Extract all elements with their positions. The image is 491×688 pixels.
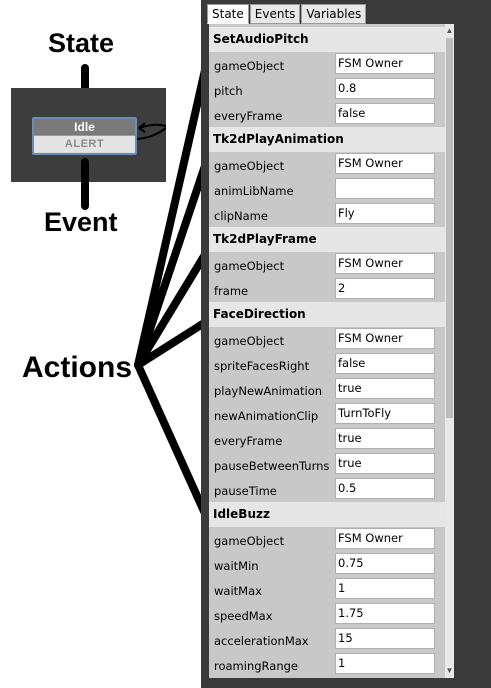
param-row: frame 2 bbox=[209, 277, 445, 302]
param-row: roamingRange 1 bbox=[209, 652, 445, 677]
param-name: everyFrame bbox=[214, 434, 283, 448]
actions-list: SetAudioPitch gameObject FSM Owner pitch… bbox=[209, 24, 454, 678]
param-row: waitMax 1 bbox=[209, 577, 445, 602]
param-value-field[interactable]: false bbox=[335, 103, 435, 124]
param-row: playNewAnimation true bbox=[209, 377, 445, 402]
param-row: pitch 0.8 bbox=[209, 77, 445, 102]
param-name: everyFrame bbox=[214, 109, 283, 123]
param-name: waitMin bbox=[214, 559, 259, 573]
param-value-field[interactable] bbox=[335, 178, 435, 199]
param-row: gameObject FSM Owner bbox=[209, 527, 445, 552]
param-value-field[interactable]: FSM Owner bbox=[335, 153, 435, 174]
param-value-field[interactable]: 0.5 bbox=[335, 478, 435, 499]
param-name: gameObject bbox=[214, 59, 285, 73]
param-value-field[interactable]: 15 bbox=[335, 628, 435, 649]
param-row: waitMin 0.75 bbox=[209, 552, 445, 577]
param-value-field[interactable]: FSM Owner bbox=[335, 53, 435, 74]
param-value-field[interactable]: FSM Owner bbox=[335, 528, 435, 549]
param-value-field[interactable]: 2 bbox=[335, 278, 435, 299]
tab-variables[interactable]: Variables bbox=[301, 4, 367, 24]
action-header-tk2dplayframe[interactable]: Tk2dPlayFrame bbox=[209, 227, 445, 252]
param-value-field[interactable]: false bbox=[335, 353, 435, 374]
param-row: speedMax 1.75 bbox=[209, 602, 445, 627]
action-header-idlebuzz[interactable]: IdleBuzz bbox=[209, 502, 445, 527]
tab-events[interactable]: Events bbox=[249, 4, 301, 24]
action-header-setaudiopitch[interactable]: SetAudioPitch bbox=[209, 27, 445, 52]
param-row: everyFrame true bbox=[209, 427, 445, 452]
fsm-inspector-panel: State Events Variables SetAudioPitch gam… bbox=[201, 0, 491, 688]
param-value-field[interactable]: 0.75 bbox=[335, 553, 435, 574]
param-row: pauseBetweenTurns true bbox=[209, 452, 445, 477]
param-value-field[interactable]: true bbox=[335, 453, 435, 474]
param-row: clipName Fly bbox=[209, 202, 445, 227]
param-value-field[interactable]: true bbox=[335, 428, 435, 449]
action-header-facedirection[interactable]: FaceDirection bbox=[209, 302, 445, 327]
param-name: spriteFacesRight bbox=[214, 359, 310, 373]
param-row: gameObject FSM Owner bbox=[209, 152, 445, 177]
param-value-field[interactable]: FSM Owner bbox=[335, 328, 435, 349]
scrollbar-thumb[interactable] bbox=[446, 38, 453, 418]
param-name: gameObject bbox=[214, 534, 285, 548]
param-name: pauseTime bbox=[214, 484, 277, 498]
scroll-down-arrow-icon[interactable]: ▼ bbox=[445, 666, 454, 676]
param-name: accelerationMax bbox=[214, 634, 309, 648]
param-row: spriteFacesRight false bbox=[209, 352, 445, 377]
param-value-field[interactable]: 1 bbox=[335, 653, 435, 674]
param-name: pitch bbox=[214, 84, 243, 98]
scroll-up-arrow-icon[interactable]: ▲ bbox=[445, 26, 454, 36]
param-value-field[interactable]: Fly bbox=[335, 203, 435, 224]
param-name: gameObject bbox=[214, 159, 285, 173]
param-name: playNewAnimation bbox=[214, 384, 323, 398]
param-row: pauseTime 0.5 bbox=[209, 477, 445, 502]
param-value-field[interactable]: 1.75 bbox=[335, 603, 435, 624]
param-row: gameObject FSM Owner bbox=[209, 252, 445, 277]
event-label: Event bbox=[44, 207, 118, 237]
param-name: newAnimationClip bbox=[214, 409, 319, 423]
param-row: newAnimationClip TurnToFly bbox=[209, 402, 445, 427]
param-value-field[interactable]: TurnToFly bbox=[335, 403, 435, 424]
param-name: animLibName bbox=[214, 184, 294, 198]
vertical-scrollbar[interactable]: ▲ ▼ bbox=[445, 24, 454, 678]
param-name: pauseBetweenTurns bbox=[214, 459, 330, 473]
param-name: gameObject bbox=[214, 259, 285, 273]
param-row: accelerationMax 15 bbox=[209, 627, 445, 652]
state-label: State bbox=[48, 28, 115, 58]
param-name: roamingRange bbox=[214, 659, 298, 673]
actions-label: Actions bbox=[22, 351, 133, 384]
param-name: waitMax bbox=[214, 584, 262, 598]
tab-state[interactable]: State bbox=[207, 4, 249, 24]
param-row: animLibName bbox=[209, 177, 445, 202]
param-value-field[interactable]: 0.8 bbox=[335, 78, 435, 99]
inspector-tabs: State Events Variables bbox=[207, 4, 367, 24]
param-name: clipName bbox=[214, 209, 268, 223]
param-name: frame bbox=[214, 284, 249, 298]
param-name: gameObject bbox=[214, 334, 285, 348]
param-value-field[interactable]: true bbox=[335, 378, 435, 399]
param-value-field[interactable]: 1 bbox=[335, 578, 435, 599]
param-name: speedMax bbox=[214, 609, 273, 623]
param-value-field[interactable]: FSM Owner bbox=[335, 253, 435, 274]
param-row: everyFrame false bbox=[209, 102, 445, 127]
param-row: gameObject FSM Owner bbox=[209, 327, 445, 352]
action-header-tk2dplayanimation[interactable]: Tk2dPlayAnimation bbox=[209, 127, 445, 152]
param-row: gameObject FSM Owner bbox=[209, 52, 445, 77]
event-pointer-bar bbox=[81, 158, 89, 210]
